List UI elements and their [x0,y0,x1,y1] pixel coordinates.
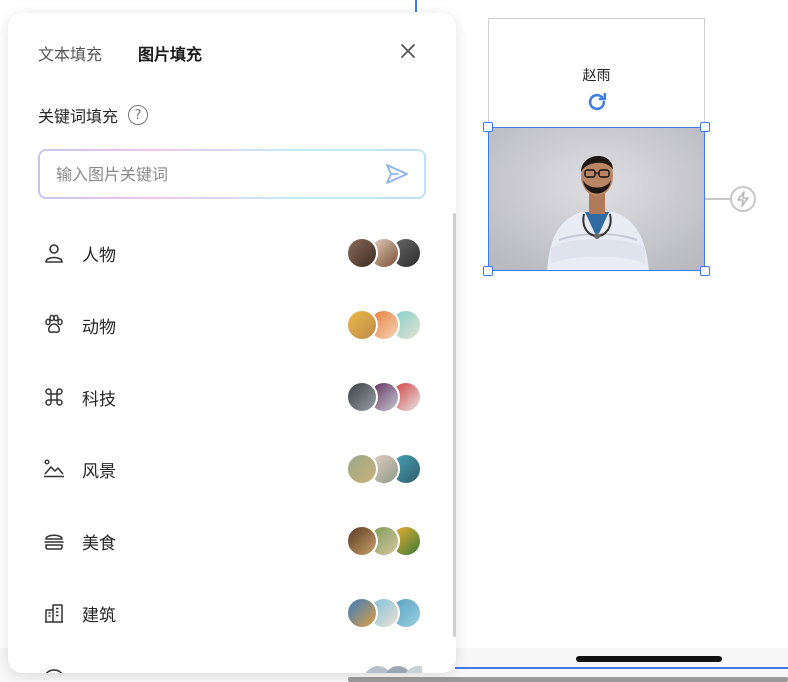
keyword-search-box [38,149,426,199]
category-thumbnail [346,597,378,629]
connector-line [705,198,732,200]
resize-handle-bottom-right[interactable] [700,266,710,276]
card-name-text: 赵雨 [582,68,611,84]
category-label: 动物 [82,317,116,338]
category-item[interactable]: 动物 [8,289,456,361]
category-thumbnail [346,309,378,341]
category-list: 人物动物科技风景美食建筑 [8,217,456,649]
keyword-fill-title: 关键词填充 ? [38,103,149,127]
building-icon [45,604,63,623]
category-thumbnail [346,453,378,485]
category-item[interactable]: 风景 [8,433,456,505]
refresh-icon[interactable] [586,91,608,113]
category-thumbnail [346,381,378,413]
person-icon [45,244,63,263]
category-item[interactable]: 建筑 [8,577,456,649]
vertical-scrollbar[interactable] [453,213,456,637]
category-thumbnail [346,525,378,557]
keyword-input[interactable] [56,164,384,184]
category-thumbnails [346,597,422,629]
category-item[interactable]: 美食 [8,505,456,577]
canvas-bottom-line [455,667,788,669]
burger-icon [44,534,64,550]
category-label: 建筑 [82,605,116,626]
keyword-fill-label: 关键词填充 [38,107,119,126]
doctor-photo-image [489,128,704,270]
category-thumbnails [346,525,422,557]
category-label: 风景 [82,461,116,482]
home-indicator [576,656,722,662]
category-thumbnail [346,237,378,269]
category-label: 科技 [82,389,116,410]
lightning-icon [737,191,749,207]
category-thumbnails [346,237,422,269]
fill-tabs: 文本填充 图片填充 [38,41,202,65]
name-card[interactable]: 赵雨 [488,18,705,128]
close-icon[interactable] [398,41,418,61]
category-thumbnails [346,453,422,485]
resize-handle-top-left[interactable] [483,122,493,132]
category-item[interactable]: 科技 [8,361,456,433]
category-thumbnails [346,309,422,341]
category-label: 美食 [82,533,116,554]
image-fill-panel: 文本填充 图片填充 关键词填充 ? 人物动物科技风景美食建筑 [8,13,456,673]
resize-handle-top-right[interactable] [700,122,710,132]
resize-handle-bottom-left[interactable] [483,266,493,276]
command-icon [45,388,63,406]
help-icon[interactable]: ? [128,105,149,125]
category-label: 人物 [82,245,116,266]
category-item[interactable]: 人物 [8,217,456,289]
horizontal-scrollbar[interactable] [348,677,788,682]
category-thumbnails [346,381,422,413]
paw-icon [45,314,63,333]
quick-action-button[interactable] [730,186,756,212]
canvas-guide-line [415,0,417,12]
tab-text-fill[interactable]: 文本填充 [38,41,102,65]
landscape-icon [44,459,64,478]
doctor-photo[interactable] [488,127,705,271]
tab-image-fill[interactable]: 图片填充 [138,41,202,65]
send-icon[interactable] [384,161,410,187]
partial-category-row [42,661,422,673]
